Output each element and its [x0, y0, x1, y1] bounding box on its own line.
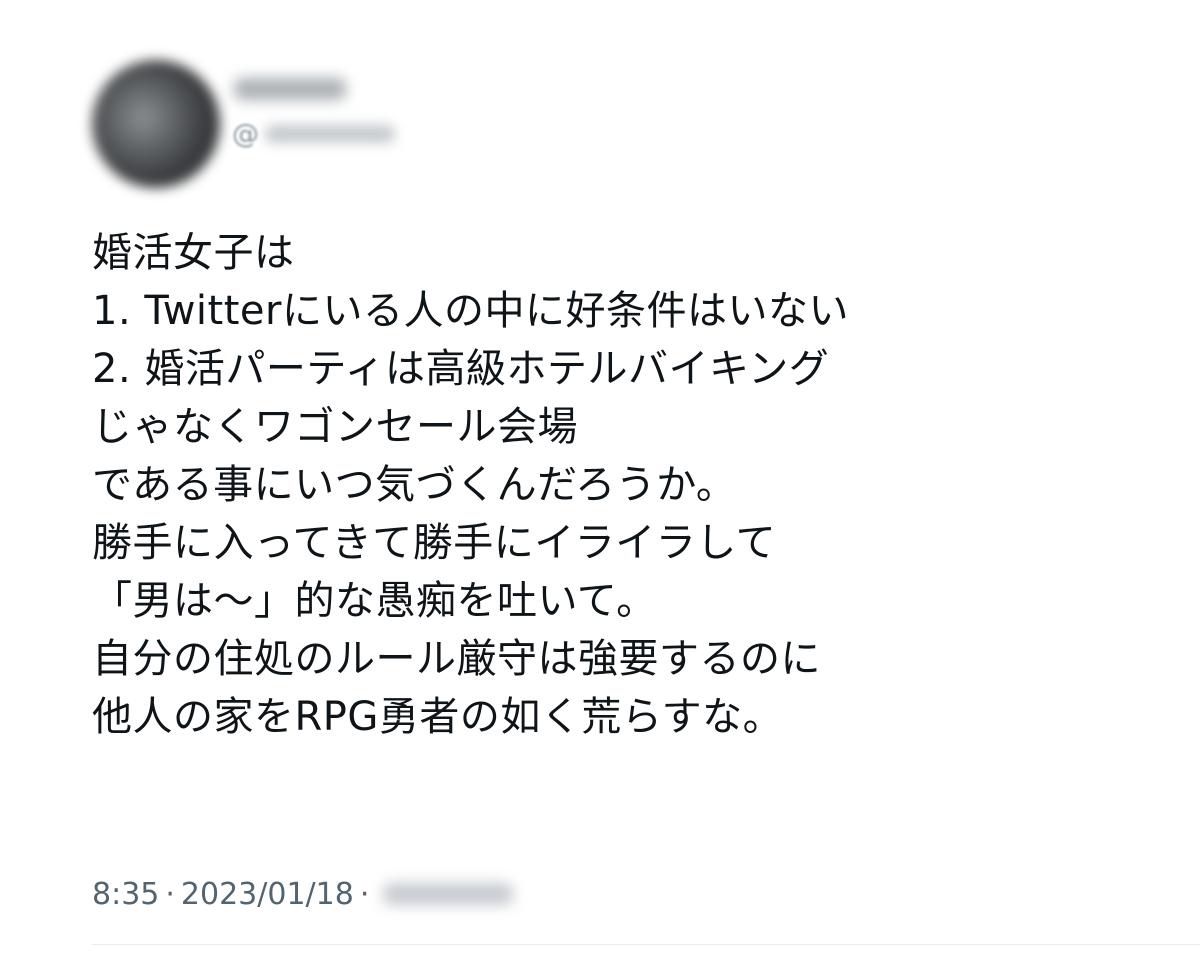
tweet-date[interactable]: 2023/01/18 [181, 877, 354, 912]
meta-separator: · [359, 876, 370, 912]
tweet-text-line: 勝手に入ってきて勝手にイライラして [92, 520, 777, 566]
tweet-text: 婚活女子は 1. Twitterにいる人の中に好条件はいない 2. 婚活パーティ… [92, 224, 1152, 746]
meta-separator: · [165, 876, 175, 912]
tweet-text-line: じゃなくワゴンセール会場 [92, 404, 578, 450]
tweet-text-line: 他人の家をRPG勇者の如く荒らすな。 [92, 694, 784, 740]
handle-redacted [265, 125, 395, 143]
tweet: @ 婚活女子は 1. Twitterにいる人の中に好条件はいない 2. 婚活パー… [0, 0, 1200, 953]
user-handle[interactable]: @ [232, 116, 395, 152]
tweet-text-line: 自分の住処のルール厳守は強要するのに [92, 636, 821, 682]
tweet-text-line: 1. Twitterにいる人の中に好条件はいない [92, 288, 849, 334]
avatar[interactable] [92, 60, 220, 188]
handle-prefix: @ [232, 118, 259, 150]
tweet-text-line: 2. 婚活パーティは高級ホテルバイキング [92, 346, 830, 392]
tweet-time[interactable]: 8:35 [92, 877, 159, 912]
tweet-metadata: 8:35 · 2023/01/18 · [92, 872, 514, 916]
tweet-text-line: 「男は〜」的な愚痴を吐いて。 [92, 578, 657, 624]
tweet-source-redacted [383, 883, 514, 905]
display-name-redacted[interactable] [234, 78, 346, 100]
tweet-text-line: である事にいつ気づくんだろうか。 [92, 462, 737, 508]
divider [92, 944, 1200, 945]
tweet-text-line: 婚活女子は [92, 230, 295, 276]
